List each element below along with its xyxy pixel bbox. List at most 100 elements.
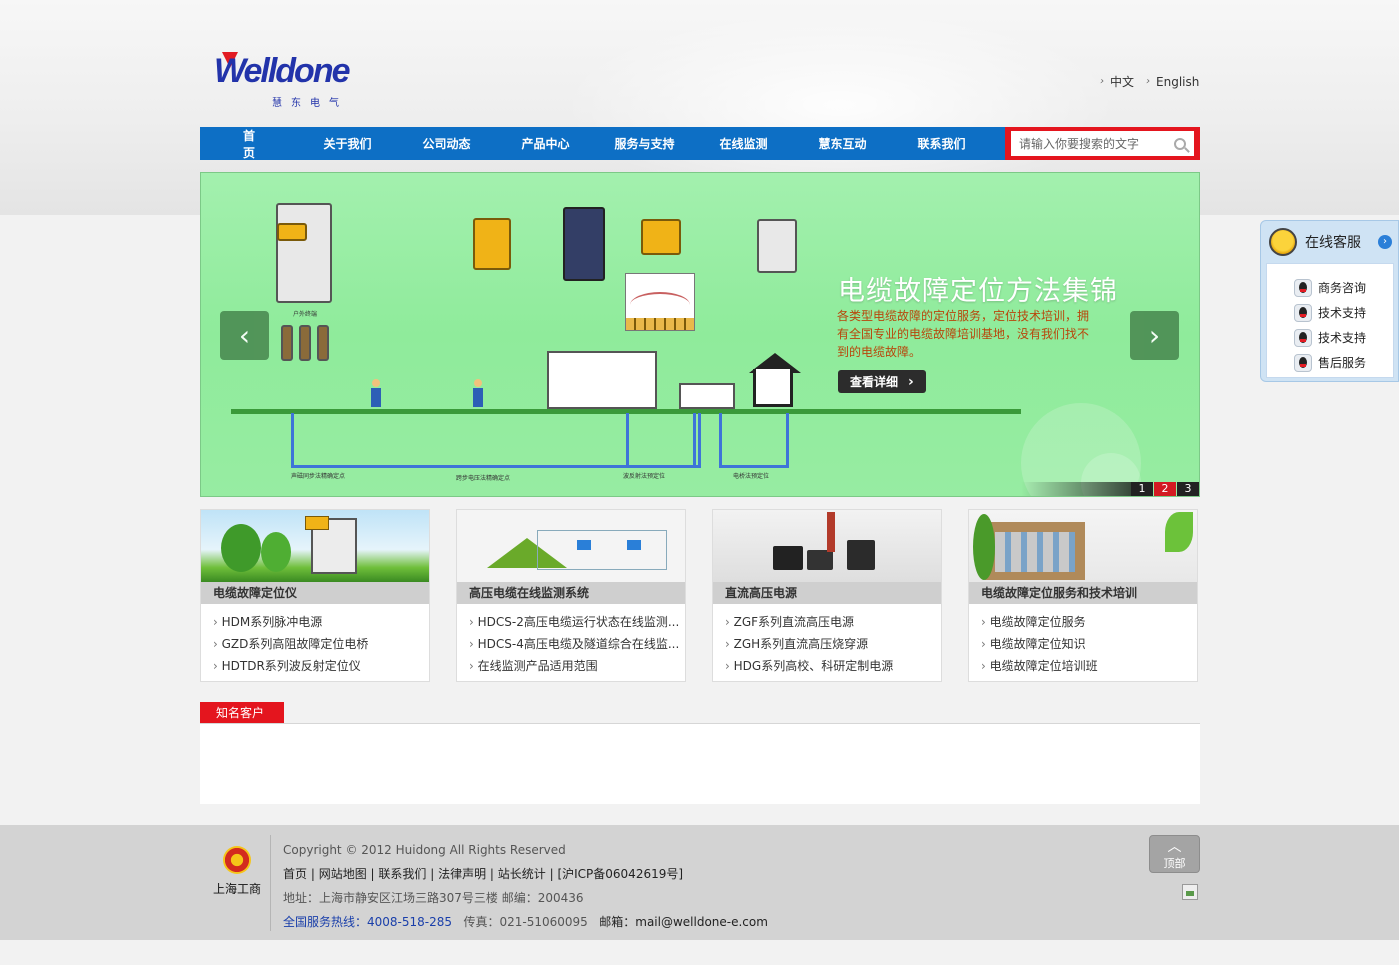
slide-dot-1[interactable]: 1 — [1131, 482, 1153, 496]
test-cabinet — [276, 203, 332, 303]
search-input[interactable] — [1019, 136, 1159, 151]
footer-links: 首页 | 网站地图 | 联系我们 | 法律声明 | 站长统计 | [沪ICP备0… — [283, 867, 684, 881]
nav-interaction[interactable]: 慧东互动 — [793, 135, 892, 152]
search-box — [1005, 127, 1200, 160]
clients-tab[interactable]: 知名客户 — [200, 702, 284, 724]
category-image[interactable] — [201, 510, 429, 582]
category-card: 直流高压电源 ZGF系列直流高压电源 ZGH系列直流高压烧穿源 HDG系列高校、… — [712, 509, 942, 682]
nav-service[interactable]: 服务与支持 — [595, 135, 694, 152]
slide-dot-3[interactable]: 3 — [1177, 482, 1199, 496]
category-caption[interactable]: 高压电缆在线监测系统 — [457, 582, 685, 604]
category-caption[interactable]: 直流高压电源 — [713, 582, 941, 604]
service-header[interactable]: 在线客服 › — [1261, 221, 1398, 263]
clients-panel — [200, 724, 1200, 804]
chevron-right-icon: › — [1100, 76, 1104, 87]
banner-details-button[interactable]: 查看详细 › — [838, 370, 926, 393]
buried-cable — [719, 413, 789, 468]
service-tech-2[interactable]: 技术支持 — [1294, 325, 1393, 350]
chevron-up-icon: ︿ — [1167, 839, 1182, 855]
category-link[interactable]: GZD系列高阻故障定位电桥 — [213, 633, 425, 655]
language-switch: › 中文 › English — [1100, 73, 1199, 90]
qq-icon — [1294, 278, 1312, 297]
contact-line: 全国服务热线：4008-518-285 传真：021-51060095 邮箱：m… — [283, 910, 768, 934]
hotline: 全国服务热线：4008-518-285 — [283, 915, 453, 929]
nav-monitoring[interactable]: 在线监测 — [694, 135, 793, 152]
banner-description: 各类型电缆故障的定位服务，定位技术培训，拥有全国专业的电缆故障培训基地，没有我们… — [837, 309, 1090, 359]
email: 邮箱：mail@welldone-e.com — [599, 915, 768, 929]
lang-chinese[interactable]: › 中文 — [1100, 73, 1134, 90]
nav-home[interactable]: 首 页 — [200, 127, 298, 161]
category-image[interactable] — [969, 510, 1197, 582]
main-nav: 首 页 关于我们 公司动态 产品中心 服务与支持 在线监测 慧东互动 联系我们 — [200, 127, 1005, 160]
diagram-label: 跨步电压法精确定点 — [456, 475, 511, 482]
category-link[interactable]: HDCS-2高压电缆运行状态在线监测... — [469, 611, 681, 633]
category-list: 电缆故障定位服务 电缆故障定位知识 电缆故障定位培训班 — [969, 604, 1197, 677]
category-image[interactable] — [457, 510, 685, 582]
hero-banner: 声磁同步法精确定点 跨步电压法精确定点 波反射法预定位 电桥法预定位 户外终端 … — [200, 172, 1200, 497]
lang-english[interactable]: › English — [1146, 73, 1199, 90]
footer-link-stats[interactable]: 站长统计 — [498, 867, 546, 881]
banner-title: 电缆故障定位方法集锦 — [838, 276, 1118, 307]
worker-figure — [473, 379, 483, 407]
category-link[interactable]: 电缆故障定位服务 — [981, 611, 1193, 633]
nav-contact[interactable]: 联系我们 — [892, 135, 991, 152]
category-link[interactable]: HDCS-4高压电缆及隧道综合在线监... — [469, 633, 681, 655]
broken-image-icon[interactable] — [1182, 884, 1198, 900]
diagram-label: 波反射法预定位 — [623, 473, 666, 480]
support-agent-icon — [1269, 228, 1297, 256]
category-card: 电缆故障定位仪 HDM系列脉冲电源 GZD系列高阻故障定位电桥 HDTDR系列波… — [200, 509, 430, 682]
service-list: 商务咨询 技术支持 技术支持 售后服务 — [1266, 263, 1394, 378]
qq-icon — [1294, 303, 1312, 322]
category-link[interactable]: 电缆故障定位知识 — [981, 633, 1193, 655]
cable-terminal — [317, 325, 329, 361]
business-license-badge[interactable]: 上海工商 — [212, 846, 262, 897]
back-to-top-button[interactable]: ︿ 顶部 — [1149, 835, 1200, 873]
cable-terminal — [281, 325, 293, 361]
footer-link-contact[interactable]: 联系我们 — [378, 867, 426, 881]
emblem-icon — [223, 846, 251, 874]
service-aftersales[interactable]: 售后服务 — [1294, 350, 1393, 375]
nav-news[interactable]: 公司动态 — [397, 135, 496, 152]
service-label: 商务咨询 — [1318, 281, 1367, 295]
test-device — [641, 219, 681, 255]
category-list: HDCS-2高压电缆运行状态在线监测... HDCS-4高压电缆及隧道综合在线监… — [457, 604, 685, 677]
category-link[interactable]: HDG系列高校、科研定制电源 — [725, 655, 937, 677]
service-label: 售后服务 — [1318, 356, 1367, 370]
category-link[interactable]: HDM系列脉冲电源 — [213, 611, 425, 633]
service-label: 技术支持 — [1318, 306, 1367, 320]
slide-dot-2[interactable]: 2 — [1154, 482, 1176, 496]
service-tech-1[interactable]: 技术支持 — [1294, 300, 1393, 325]
distribution-cabinet — [547, 351, 657, 409]
search-icon[interactable] — [1174, 137, 1186, 150]
nav-products[interactable]: 产品中心 — [496, 135, 595, 152]
footer-link-home[interactable]: 首页 — [283, 867, 307, 881]
qq-icon — [1294, 328, 1312, 347]
category-caption[interactable]: 电缆故障定位服务和技术培训 — [969, 582, 1197, 604]
category-card: 电缆故障定位服务和技术培训 电缆故障定位服务 电缆故障定位知识 电缆故障定位培训… — [968, 509, 1198, 682]
test-device — [473, 218, 511, 270]
footer-link-legal[interactable]: 法律声明 — [438, 867, 486, 881]
banner-prev-button[interactable]: ‹ — [220, 311, 269, 360]
chevron-right-icon: › — [908, 373, 914, 390]
category-link[interactable]: 在线监测产品适用范围 — [469, 655, 681, 677]
nav-about[interactable]: 关于我们 — [298, 135, 397, 152]
category-link[interactable]: ZGH系列直流高压烧穿源 — [725, 633, 937, 655]
banner-next-button[interactable]: › — [1130, 311, 1179, 360]
category-caption[interactable]: 电缆故障定位仪 — [201, 582, 429, 604]
category-image[interactable] — [713, 510, 941, 582]
service-business[interactable]: 商务咨询 — [1294, 275, 1393, 300]
category-link[interactable]: 电缆故障定位培训班 — [981, 655, 1193, 677]
diagram-label: 户外终端 — [293, 311, 318, 318]
category-link[interactable]: HDTDR系列波反射定位仪 — [213, 655, 425, 677]
footer-link-icp[interactable]: [沪ICP备06042619号] — [557, 867, 683, 881]
cable-terminal — [299, 325, 311, 361]
footer-link-sitemap[interactable]: 网站地图 — [319, 867, 367, 881]
diagram-label: 电桥法预定位 — [733, 473, 770, 480]
back-to-top-label: 顶部 — [1163, 857, 1186, 870]
category-card: 高压电缆在线监测系统 HDCS-2高压电缆运行状态在线监测... HDCS-4高… — [456, 509, 686, 682]
site-logo[interactable]: Welldone 慧东电气 — [214, 52, 354, 110]
service-title: 在线客服 — [1305, 235, 1361, 251]
category-link[interactable]: ZGF系列直流高压电源 — [725, 611, 937, 633]
footer-divider — [270, 835, 271, 931]
house — [753, 369, 793, 407]
